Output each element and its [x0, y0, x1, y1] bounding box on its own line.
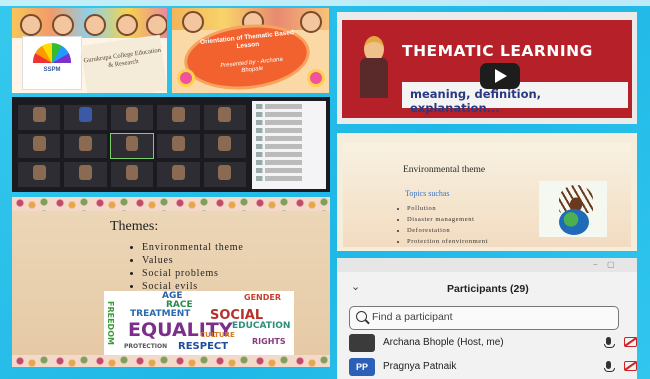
video-tile [18, 162, 61, 187]
video-subtitle: meaning, definition, explanation... [410, 87, 542, 115]
kid-face [116, 14, 138, 36]
slide-title: Environmental theme [403, 165, 486, 175]
college-name-card: Gurukrupa College Education & Research [80, 34, 167, 93]
mic-icon[interactable] [604, 361, 615, 372]
cloud-word: FREEDOM [106, 301, 115, 345]
camera-off-icon[interactable] [624, 361, 637, 371]
video-screenshot: THEMATIC LEARNING meaning, definition, e… [337, 12, 637, 124]
meeting-gallery-photo [12, 97, 330, 192]
video-tile [203, 162, 246, 187]
chevron-down-icon[interactable]: ⌄ [351, 280, 360, 293]
list-item: Pollution [407, 203, 488, 214]
environment-slide: Environmental theme Topics suchas Pollut… [337, 133, 637, 251]
flower-icon [310, 72, 322, 84]
list-item: Values [142, 254, 244, 267]
flower-icon [180, 72, 192, 84]
participant-row[interactable]: Archana Bhople (Host, me) [349, 334, 637, 354]
avatar: PP [349, 358, 375, 376]
find-participant-input[interactable]: Find a participant [349, 306, 619, 330]
logo-text: SSPM [43, 67, 61, 73]
orientation-photo: Orientation of Thematic Based Lesson Pre… [172, 8, 329, 93]
list-item: Disaster management [407, 214, 488, 225]
topics-label: Topics suchas [405, 189, 450, 198]
play-button-icon[interactable] [480, 63, 520, 89]
video-tile [64, 133, 107, 159]
video-tile [157, 162, 200, 187]
video-tile [203, 133, 246, 159]
participant-name: Archana Bhople (Host, me) [383, 337, 504, 348]
participant-sidebar [252, 101, 326, 189]
video-tiles-grid [18, 105, 246, 187]
video-tile [203, 105, 246, 130]
college-photo: SSPM Gurukrupa College Education & Resea… [12, 8, 167, 93]
themes-slide: Themes: Environmental theme Values Socia… [12, 197, 330, 367]
video-tile [18, 105, 61, 130]
college-logo: SSPM [22, 36, 82, 90]
frame-highlight [0, 0, 650, 6]
avatar [349, 334, 375, 352]
list-item: Deforestation [407, 225, 488, 236]
cloud-word: CULTURE [200, 331, 235, 339]
teacher-illustration [354, 36, 394, 112]
kid-face [146, 14, 167, 36]
cloud-word: PROTECTION [124, 343, 168, 350]
list-item: Environmental theme [142, 241, 244, 254]
search-placeholder: Find a participant [372, 311, 453, 323]
list-item: Protection ofenvironment [407, 236, 488, 247]
floral-border [12, 197, 330, 211]
word-cloud: AGE RACE GENDER SOCIAL EQUALITY TREATMEN… [104, 291, 294, 355]
participant-name: Pragnya Patnaik [383, 361, 457, 372]
video-frame[interactable]: THEMATIC LEARNING meaning, definition, e… [342, 20, 632, 118]
cloud-word: EDUCATION [232, 321, 291, 331]
mic-icon[interactable] [604, 337, 615, 348]
topics-list: Pollution Disaster management Deforestat… [395, 203, 488, 247]
video-tile [64, 162, 107, 187]
slide-title: Themes: [110, 219, 159, 234]
kids-banner [12, 8, 167, 38]
themes-list: Environmental theme Values Social proble… [130, 241, 244, 293]
participants-title: Participants (29) [447, 283, 529, 295]
participant-row[interactable]: PP Pragnya Patnaik [349, 358, 637, 378]
window-titlebar: − ▢ [337, 258, 637, 272]
video-tile [157, 105, 200, 130]
kid-face [20, 14, 42, 36]
slide-background: Environmental theme Topics suchas Pollut… [343, 143, 631, 247]
video-tile [18, 133, 61, 159]
video-tile [110, 105, 154, 130]
search-icon [356, 311, 367, 322]
kid-face [52, 14, 74, 36]
floral-border [12, 355, 330, 367]
minimize-icon[interactable]: − [593, 260, 598, 269]
kid-face [182, 11, 204, 33]
cloud-word: GENDER [244, 293, 281, 302]
tree-globe-image [539, 181, 607, 237]
video-tile [64, 105, 107, 130]
collage-frame: SSPM Gurukrupa College Education & Resea… [0, 0, 650, 379]
cloud-word: TREATMENT [130, 309, 191, 319]
rainbow-logo-icon [33, 43, 71, 63]
video-tile [109, 132, 155, 160]
video-title: THEMATIC LEARNING [402, 42, 593, 60]
cloud-word: RESPECT [178, 341, 229, 352]
video-tile [157, 133, 200, 159]
participants-panel: − ▢ ⌄ Participants (29) Find a participa… [337, 258, 637, 379]
cloud-word: RIGHTS [252, 337, 286, 346]
teacher-body [360, 58, 388, 98]
camera-off-icon[interactable] [624, 337, 637, 347]
globe-icon [559, 209, 589, 235]
maximize-icon[interactable]: ▢ [607, 260, 615, 269]
kid-face [300, 11, 322, 33]
video-tile [110, 162, 154, 187]
list-item: Social problems [142, 267, 244, 280]
kid-face [84, 14, 106, 36]
